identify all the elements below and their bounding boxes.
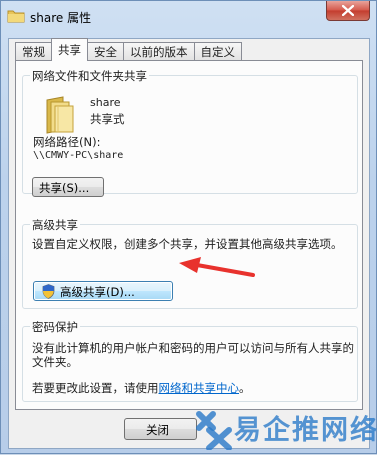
dialog-content: 常规 共享 安全 以前的版本 自定义 网络文件和文件夹共享 share 共享式 … (8, 38, 370, 449)
tab-strip: 常规 共享 安全 以前的版本 自定义 (15, 38, 242, 61)
close-button[interactable]: 关闭 (124, 418, 197, 440)
network-sharing-group: 网络文件和文件夹共享 share 共享式 网络路径(N): \\CMWY-PC\… (22, 68, 358, 197)
title-bar[interactable]: share 属性 (1, 1, 376, 33)
window-title: share 属性 (30, 11, 92, 25)
close-icon (342, 5, 354, 16)
password-protection-description: 没有此计算机的用户帐户和密码的用户可以访问与所有人共享的文件夹。 (32, 341, 354, 369)
uac-shield-icon (42, 284, 55, 299)
properties-window: share 属性 常规 共享 安全 以前的版本 自定义 网络文件和文件夹共享 s… (0, 0, 377, 454)
sharing-panel: 网络文件和文件夹共享 share 共享式 网络路径(N): \\CMWY-PC\… (15, 60, 363, 410)
folder-icon (7, 10, 25, 23)
advanced-sharing-button[interactable]: 高级共享(D)... (33, 281, 173, 301)
tab-security[interactable]: 安全 (87, 42, 124, 61)
network-sharing-center-link[interactable]: 网络和共享中心 (159, 381, 240, 395)
advanced-sharing-button-label: 高级共享(D)... (60, 285, 135, 299)
password-protection-group: 密码保护 没有此计算机的用户帐户和密码的用户可以访问与所有人共享的文件夹。 若要… (22, 319, 358, 402)
share-status: 共享式 (90, 112, 125, 126)
change-setting-text: 若要更改此设置，请使用网络和共享中心。 (32, 380, 251, 396)
watermark-text: 易企推网络 (234, 415, 377, 446)
tab-previous-versions[interactable]: 以前的版本 (123, 42, 195, 61)
group-title: 网络文件和文件夹共享 (30, 68, 149, 84)
watermark-logo-icon (196, 411, 232, 450)
close-window-button[interactable] (326, 1, 370, 21)
share-button[interactable]: 共享(S)... (32, 177, 104, 197)
group-title: 密码保护 (30, 319, 80, 335)
tab-general[interactable]: 常规 (15, 42, 52, 61)
advanced-sharing-description: 设置自定义权限，创建多个共享，并设置其他高级共享选项。 (32, 237, 343, 251)
network-path-value: \\CMWY-PC\share (33, 150, 124, 161)
tab-sharing[interactable]: 共享 (51, 38, 88, 61)
tab-customize[interactable]: 自定义 (193, 42, 242, 61)
network-path-label: 网络路径(N): (33, 135, 101, 149)
change-setting-prefix: 若要更改此设置，请使用 (32, 381, 159, 395)
red-arrow-annotation (179, 257, 255, 277)
change-setting-suffix: 。 (239, 381, 251, 395)
folder-name: share (90, 96, 121, 109)
group-title: 高级共享 (30, 217, 80, 233)
shared-folder-icon (46, 96, 74, 134)
watermark: 易企推网络 (193, 406, 377, 455)
